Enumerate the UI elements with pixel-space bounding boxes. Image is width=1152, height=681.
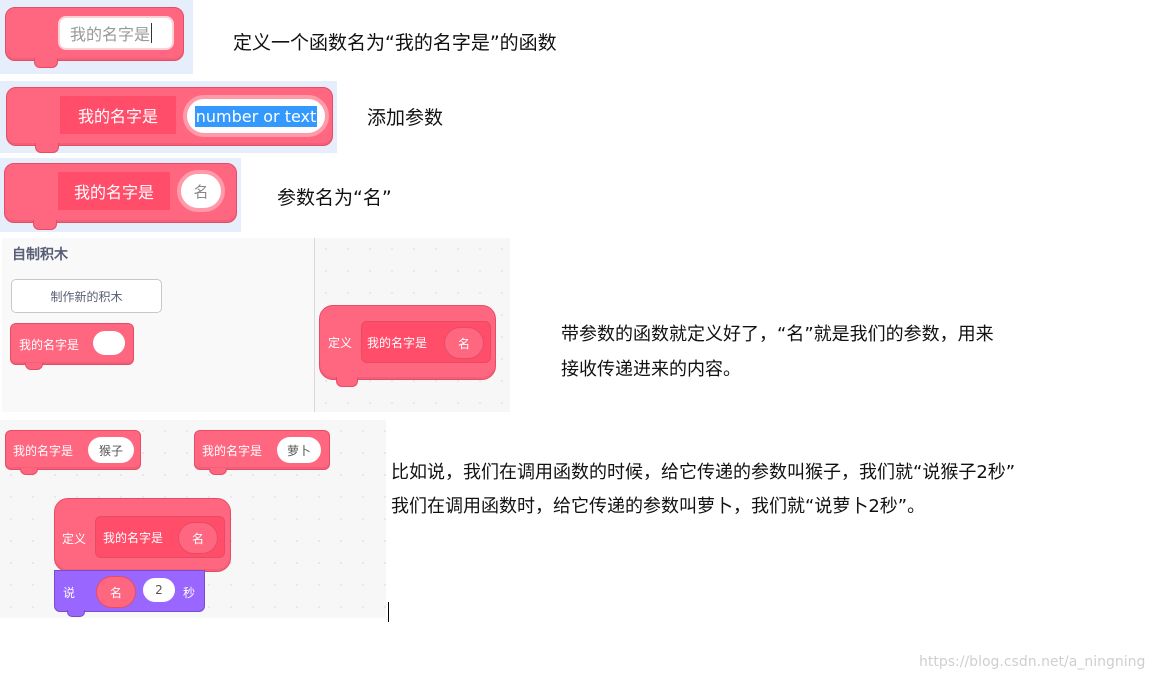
row1-panel: 我的名字是	[0, 0, 193, 74]
say-secs-input[interactable]: 2	[143, 578, 175, 602]
say-block[interactable]: 说 名 2 秒	[54, 570, 205, 617]
say-param-reporter[interactable]: 名	[96, 576, 136, 608]
make-block-button[interactable]: 制作新的积木	[11, 279, 162, 313]
row2-note: 添加参数	[367, 107, 444, 129]
call2-tab	[209, 468, 227, 475]
say-block-tab	[67, 610, 85, 617]
row3-param-pill[interactable]: 名	[177, 170, 225, 212]
note4-line2: 接收传递进来的内容。	[561, 359, 741, 380]
canvas-proto-label: 我的名字是	[367, 336, 428, 350]
note5-line1: 比如说，我们在调用函数的时候，给它传递的参数叫猴子，我们就“说猴子2秒”	[391, 462, 1016, 483]
say-label: 说	[63, 586, 76, 600]
example-define-block[interactable]: 定义 我的名字是 名	[54, 498, 231, 572]
call2-value-text: 萝卜	[286, 443, 311, 458]
call-block-2[interactable]: 我的名字是 萝卜	[194, 430, 330, 475]
call1-value-text: 猴子	[98, 443, 123, 458]
row2-hat-block[interactable]: 我的名字是 number or text	[6, 87, 333, 153]
row3-param-text: 名	[193, 182, 209, 201]
script-canvas[interactable]: 定义 我的名字是 名	[315, 238, 510, 412]
example-proto-param[interactable]: 名	[178, 522, 218, 554]
canvas-define-block[interactable]: 定义 我的名字是 名	[319, 305, 496, 387]
call2-value[interactable]: 萝卜	[277, 437, 321, 463]
canvas-define-label: 定义	[328, 336, 353, 350]
row1-hat-tab	[34, 58, 58, 68]
palette-block-label: 我的名字是	[19, 338, 80, 352]
row2-panel: 我的名字是 number or text	[0, 81, 337, 153]
row2-param-input[interactable]: number or text	[183, 95, 329, 137]
editor-panel: 自制积木 制作新的积木 我的名字是 定义 我的名字是 名	[2, 238, 510, 412]
palette-custom-block[interactable]: 我的名字是	[10, 323, 134, 370]
row2-hat-tab	[35, 143, 59, 153]
block-palette: 自制积木 制作新的积木 我的名字是	[2, 238, 315, 412]
row3-panel: 我的名字是 名	[0, 158, 241, 232]
canvas-proto-param-text: 名	[457, 336, 470, 351]
call1-tab	[20, 468, 38, 475]
row3-hat-block[interactable]: 我的名字是 名	[4, 163, 237, 230]
row1-hat-block[interactable]: 我的名字是	[5, 7, 184, 68]
palette-title: 自制积木	[12, 247, 68, 263]
watermark: https://blog.csdn.net/a_ningning	[919, 654, 1146, 670]
example-proto-label: 我的名字是	[103, 531, 164, 545]
say-secs-text: 2	[155, 583, 163, 597]
row2-param-selected-text: number or text	[194, 105, 318, 127]
row1-note: 定义一个函数名为“我的名字是”的函数	[233, 32, 557, 54]
call2-label: 我的名字是	[202, 444, 263, 458]
row1-name-field[interactable]: 我的名字是	[58, 16, 174, 50]
say-param-text: 名	[109, 585, 122, 600]
text-caret	[151, 23, 153, 43]
palette-block-tab	[25, 363, 43, 370]
note5-line2: 我们在调用函数时，给它传递的参数叫萝卜，我们就“说萝卜2秒”。	[391, 496, 926, 517]
example-canvas: 我的名字是 猴子 我的名字是 萝卜 定义 我的名字是 名 说 名 2 秒	[0, 420, 386, 618]
call-block-1[interactable]: 我的名字是 猴子	[5, 430, 141, 475]
text-cursor	[388, 602, 389, 622]
canvas-proto-param[interactable]: 名	[444, 327, 484, 359]
call1-value[interactable]: 猴子	[88, 437, 134, 463]
row2-label: 我的名字是	[60, 96, 176, 134]
row3-label: 我的名字是	[58, 172, 170, 210]
example-define-label: 定义	[62, 532, 87, 546]
example-define-proto[interactable]: 我的名字是 名	[95, 516, 225, 558]
note4-line1: 带参数的函数就定义好了，“名”就是我们的参数，用来	[561, 324, 994, 345]
row3-note: 参数名为“名”	[277, 187, 392, 209]
row1-name-text: 我的名字是	[70, 25, 151, 44]
canvas-define-tab	[336, 377, 358, 387]
say-unit: 秒	[183, 586, 196, 600]
row3-hat-tab	[33, 220, 57, 230]
canvas-define-proto[interactable]: 我的名字是 名	[361, 321, 491, 363]
call1-label: 我的名字是	[13, 444, 74, 458]
example-proto-param-text: 名	[191, 531, 204, 546]
palette-block-empty-input[interactable]	[93, 331, 125, 355]
